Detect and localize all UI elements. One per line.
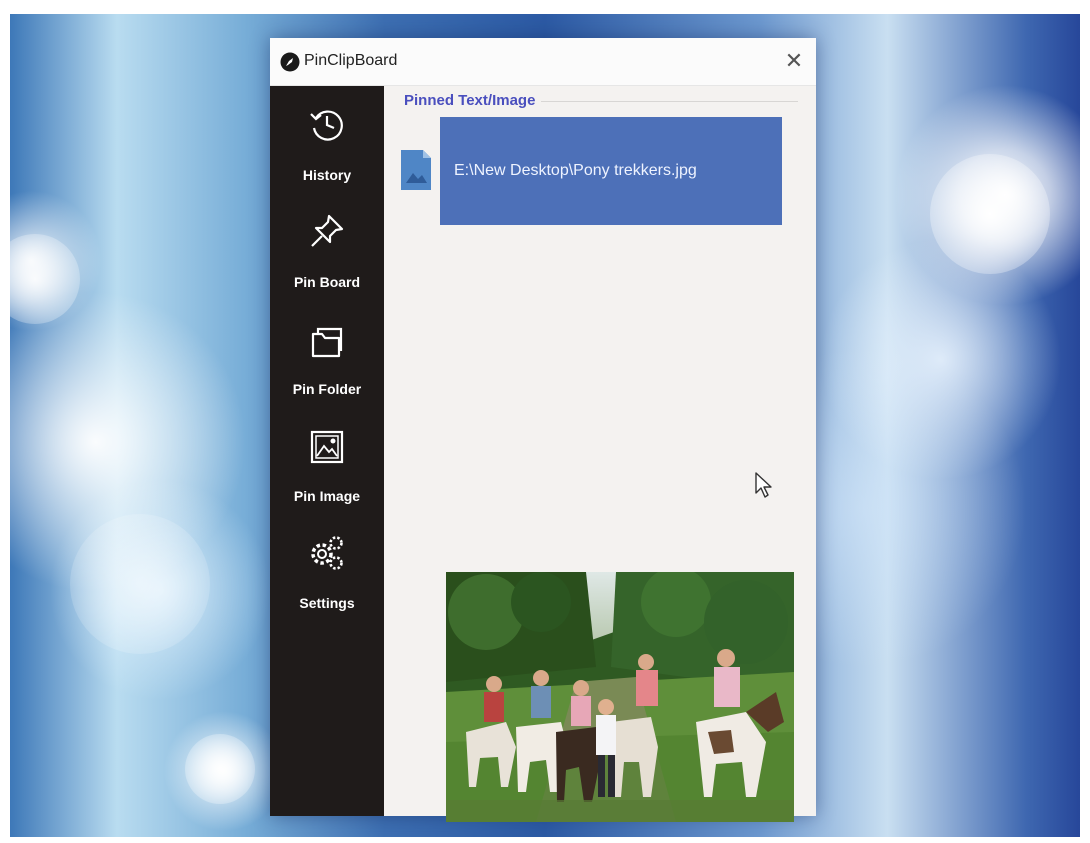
section-title: Pinned Text/Image xyxy=(404,92,542,109)
sidebar-item-pin-board[interactable]: Pin Board xyxy=(270,203,384,307)
sidebar-item-label: Pin Folder xyxy=(292,381,362,397)
close-button[interactable]: ✕ xyxy=(778,46,810,76)
pinclipboard-window: PinClipBoard ✕ History Pin Board Pin Fol… xyxy=(270,38,816,822)
photo-riders-with-horses xyxy=(446,572,794,822)
sidebar-item-pin-folder[interactable]: Pin Folder xyxy=(270,310,384,414)
app-title: PinClipBoard xyxy=(304,52,398,69)
title-bar[interactable]: PinClipBoard ✕ xyxy=(270,38,816,86)
pin-icon xyxy=(311,214,344,247)
gear-icon xyxy=(311,536,343,570)
sidebar-item-history[interactable]: History xyxy=(270,96,384,200)
pinned-item-path: E:\New Desktop\Pony trekkers.jpg xyxy=(454,162,697,179)
pinned-item[interactable]: E:\New Desktop\Pony trekkers.jpg xyxy=(440,117,782,225)
sidebar-item-label: Settings xyxy=(299,595,355,611)
bokeh-light xyxy=(930,154,1050,274)
pinned-image-preview[interactable] xyxy=(446,572,794,822)
mouse-pointer-icon xyxy=(755,472,772,498)
history-icon xyxy=(310,110,343,141)
sidebar-item-label: History xyxy=(302,167,352,183)
sidebar-item-pin-image[interactable]: Pin Image xyxy=(270,417,384,521)
folder-icon xyxy=(311,327,343,358)
app-logo-icon xyxy=(280,52,300,72)
sidebar: History Pin Board Pin Folder Pin Image S… xyxy=(270,86,384,816)
sidebar-item-settings[interactable]: Settings xyxy=(270,524,384,628)
bokeh-light xyxy=(70,514,210,654)
sidebar-item-label: Pin Image xyxy=(293,488,361,504)
bokeh-light xyxy=(185,734,255,804)
bokeh-light xyxy=(10,234,80,324)
image-icon xyxy=(310,430,344,464)
sidebar-item-label: Pin Board xyxy=(293,274,361,290)
image-file-icon xyxy=(401,150,431,190)
pinned-content-area: Pinned Text/Image E:\New Desktop\Pony tr… xyxy=(384,86,816,822)
